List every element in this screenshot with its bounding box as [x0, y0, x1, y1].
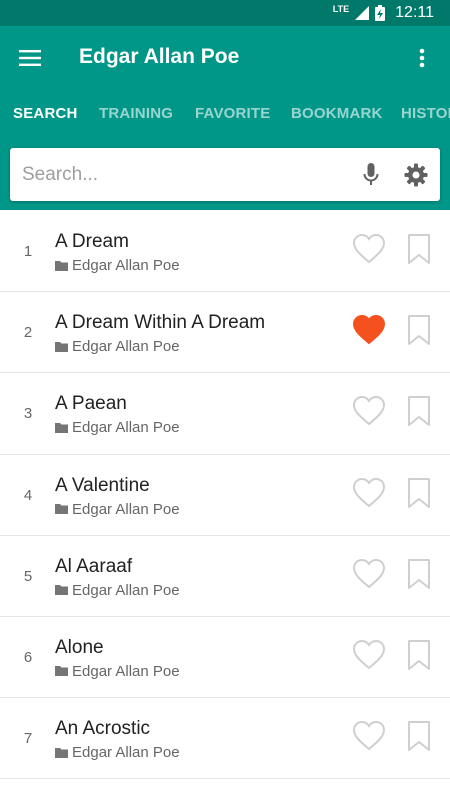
tab-training[interactable]: TRAINING: [99, 90, 173, 138]
bookmark-outline-icon: [408, 558, 430, 589]
app-bar: Edgar Allan Poe: [0, 26, 450, 90]
battery-charging-icon: [375, 5, 386, 21]
author-name: Edgar Allan Poe: [72, 257, 180, 274]
voice-search-button[interactable]: [356, 160, 386, 190]
item-number: 6: [23, 648, 33, 666]
heart-outline-icon: [352, 396, 386, 426]
heart-outline-icon: [352, 721, 386, 751]
folder-icon: [55, 503, 69, 515]
author-name: Edgar Allan Poe: [72, 338, 180, 356]
folder-icon: [55, 584, 69, 596]
settings-button[interactable]: [400, 159, 432, 191]
signal-icon: [355, 6, 370, 20]
heart-outline-icon: [352, 477, 386, 507]
more-vertical-icon: [419, 48, 425, 68]
author-name: Edgar Allan Poe: [72, 662, 180, 680]
heart-filled-icon: [352, 315, 386, 345]
bookmark-outline-icon: [408, 315, 430, 346]
tab-search[interactable]: SEARCH: [13, 90, 78, 138]
tab-history[interactable]: HISTORY: [401, 90, 450, 138]
bookmark-button[interactable]: [404, 475, 434, 511]
author-name: Edgar Allan Poe: [72, 500, 180, 518]
author-name: Edgar Allan Poe: [72, 419, 180, 437]
list-item[interactable]: 2 A Dream Within A Dream Edgar Allan Poe: [0, 292, 450, 374]
poem-title: An Acrostic: [55, 718, 151, 740]
bookmark-button[interactable]: [404, 556, 434, 592]
poem-author: Edgar Allan Poe: [55, 663, 180, 680]
favorite-button[interactable]: [351, 556, 387, 592]
status-icons: LTE: [332, 3, 386, 21]
poem-author: Edgar Allan Poe: [55, 419, 180, 436]
poem-author: Edgar Allan Poe: [55, 582, 180, 599]
bookmark-outline-icon: [408, 639, 430, 670]
poem-title: A Dream: [55, 231, 129, 252]
item-number: 1: [23, 243, 33, 260]
poem-title: A Dream Within A Dream: [55, 312, 266, 334]
poem-author: Edgar Allan Poe: [55, 744, 180, 761]
favorite-button[interactable]: [351, 393, 387, 429]
tab-favorite[interactable]: FAVORITE: [195, 90, 271, 138]
gear-icon: [404, 163, 428, 187]
list-item[interactable]: 4 A Valentine Edgar Allan Poe: [0, 454, 450, 536]
clock: 12:11: [395, 4, 434, 21]
poem-author: Edgar Allan Poe: [55, 257, 180, 274]
microphone-icon: [363, 163, 379, 185]
favorite-button[interactable]: [351, 718, 387, 754]
hamburger-menu-icon: [19, 50, 41, 66]
list-item[interactable]: 6 Alone Edgar Allan Poe: [0, 616, 450, 699]
item-number: 3: [23, 405, 33, 423]
list-item[interactable]: 7 An Acrostic Edgar Allan Poe: [0, 698, 450, 780]
author-name: Edgar Allan Poe: [72, 581, 180, 599]
bookmark-button[interactable]: [404, 231, 434, 267]
bookmark-outline-icon: [408, 477, 430, 508]
network-type: LTE: [332, 3, 350, 14]
bookmark-button[interactable]: [404, 312, 434, 348]
heart-outline-icon: [352, 233, 386, 264]
tab-bar: SEARCH TRAINING FAVORITE BOOKMARK HISTOR…: [0, 90, 450, 138]
tab-bookmark[interactable]: BOOKMARK: [291, 90, 383, 138]
folder-icon: [55, 747, 69, 759]
poem-list: 1 A Dream Edgar Allan Poe 2 A Dream With…: [0, 211, 450, 780]
bookmark-button[interactable]: [404, 637, 434, 673]
favorite-button[interactable]: [351, 475, 387, 511]
heart-outline-icon: [352, 558, 386, 589]
search-box: [10, 148, 440, 201]
bookmark-outline-icon: [408, 396, 430, 427]
favorite-button[interactable]: [351, 312, 387, 348]
overflow-menu-button[interactable]: [402, 38, 442, 78]
search-area: [0, 138, 450, 210]
bookmark-button[interactable]: [404, 718, 434, 754]
poem-title: A Valentine: [55, 474, 150, 496]
list-item[interactable]: 3 A Paean Edgar Allan Poe: [0, 373, 450, 455]
heart-outline-icon: [352, 639, 386, 670]
poem-title: Al Aaraaf: [55, 555, 133, 577]
list-item[interactable]: 5 Al Aaraaf Edgar Allan Poe: [0, 535, 450, 617]
menu-button[interactable]: [0, 26, 60, 90]
poem-title: A Paean: [55, 393, 127, 415]
item-number: 4: [23, 486, 33, 504]
folder-icon: [55, 665, 69, 677]
favorite-button[interactable]: [351, 231, 387, 267]
folder-icon: [55, 260, 69, 272]
folder-icon: [55, 341, 69, 353]
list-item[interactable]: 1 A Dream Edgar Allan Poe: [0, 211, 450, 293]
search-input[interactable]: [22, 148, 352, 201]
bookmark-button[interactable]: [404, 393, 434, 429]
bookmark-outline-icon: [408, 721, 430, 752]
status-bar: LTE 12:11: [0, 0, 450, 26]
poem-title: Alone: [55, 636, 104, 658]
poem-author: Edgar Allan Poe: [55, 501, 180, 518]
favorite-button[interactable]: [351, 637, 387, 673]
item-number: 7: [23, 730, 33, 748]
author-name: Edgar Allan Poe: [72, 744, 180, 762]
item-number: 5: [23, 567, 33, 585]
bookmark-outline-icon: [408, 234, 430, 264]
item-number: 2: [23, 324, 33, 342]
poem-author: Edgar Allan Poe: [55, 338, 180, 355]
app-title: Edgar Allan Poe: [79, 45, 240, 68]
folder-icon: [55, 422, 69, 434]
